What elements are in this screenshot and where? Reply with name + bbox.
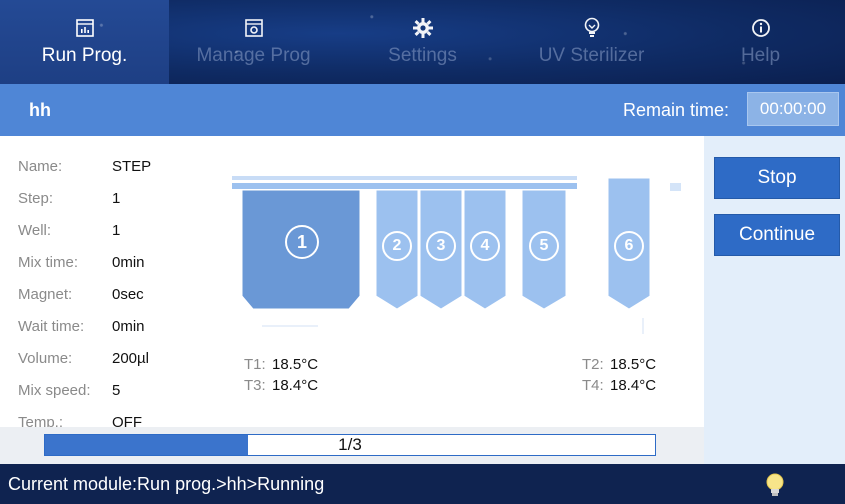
progress-area: 1/3: [0, 427, 704, 464]
t2-value: 18.5°C: [610, 356, 657, 373]
info-label: Volume:: [18, 349, 73, 367]
well-4-number: 4: [470, 231, 500, 261]
temps-right: T2: 18.5°C T4: 18.4°C: [582, 356, 656, 398]
gear-icon: [412, 17, 434, 39]
info-label: Name:: [18, 157, 63, 175]
plate-top-line: [232, 176, 577, 180]
remain-time-value: 00:00:00: [747, 92, 839, 126]
progress-bar: 1/3: [44, 434, 656, 456]
info-row-step: Step: 1: [18, 182, 151, 214]
status-text: Current module:Run prog.>hh>Running: [8, 473, 325, 494]
well-6-number: 6: [614, 231, 644, 261]
stop-button[interactable]: Stop: [714, 157, 840, 199]
info-row-mix-speed: Mix speed: 5: [18, 374, 151, 406]
t4-value: 18.4°C: [610, 377, 657, 394]
lightbulb-icon[interactable]: [760, 470, 790, 500]
tab-help[interactable]: Help: [676, 0, 845, 84]
info-label: Well:: [18, 221, 52, 239]
tab-run-prog[interactable]: Run Prog.: [0, 0, 169, 84]
temps-left: T1: 18.5°C T3: 18.4°C: [244, 356, 318, 398]
program-title-bar: hh Remain time: 00:00:00: [0, 84, 845, 136]
t3-label: T3:: [244, 377, 266, 394]
tab-settings[interactable]: Settings: [338, 0, 507, 84]
info-icon: [750, 17, 772, 39]
continue-button[interactable]: Continue: [714, 214, 840, 256]
info-value: 0min: [112, 317, 145, 335]
tab-help-label: Help: [740, 45, 781, 66]
well-5-number: 5: [529, 231, 559, 261]
info-value: 1: [112, 221, 121, 239]
well-1-number: 1: [285, 225, 319, 259]
info-value: STEP: [112, 157, 152, 175]
top-nav: Run Prog. Manage Prog Settings UV Steril…: [0, 0, 845, 84]
info-value: 0sec: [112, 285, 144, 303]
plate-marker: [670, 183, 681, 191]
info-row-well: Well: 1: [18, 214, 151, 246]
info-label: Wait time:: [18, 317, 85, 335]
info-row-volume: Volume: 200µl: [18, 342, 151, 374]
well-3-number: 3: [426, 231, 456, 261]
program-icon: [243, 17, 265, 39]
info-label: Mix speed:: [18, 381, 91, 399]
info-row-magnet: Magnet: 0sec: [18, 278, 151, 310]
action-panel: Stop Continue: [704, 136, 845, 464]
info-label: Magnet:: [18, 285, 73, 303]
info-value: 1: [112, 189, 121, 207]
tab-settings-label: Settings: [388, 45, 457, 66]
info-row-name: Name: STEP: [18, 150, 151, 182]
program-name: hh: [29, 99, 51, 120]
info-value: 0min: [112, 253, 145, 271]
well-2-number: 2: [382, 231, 412, 261]
t4-label: T4:: [582, 377, 604, 394]
t1-value: 18.5°C: [272, 356, 319, 373]
tab-uv-sterilizer[interactable]: UV Sterilizer: [507, 0, 676, 84]
t3-value: 18.4°C: [272, 377, 319, 394]
tab-manage-prog[interactable]: Manage Prog: [169, 0, 338, 84]
tab-manage-prog-label: Manage Prog: [196, 45, 311, 66]
step-info-panel: Name: STEP Step: 1 Well: 1 Mix time: 0min Ma…: [18, 150, 151, 438]
progress-label: 1/3: [338, 435, 362, 454]
t1-label: T1:: [244, 356, 266, 373]
status-bar: Current module:Run prog.>hh>Running: [0, 464, 845, 504]
info-label: Step:: [18, 189, 54, 207]
info-row-wait-time: Wait time: 0min: [18, 310, 151, 342]
info-row-mix-time: Mix time: 0min: [18, 246, 151, 278]
bulb-icon: [581, 17, 603, 39]
tab-run-prog-label: Run Prog.: [41, 45, 128, 66]
info-label: Mix time:: [18, 253, 78, 271]
t2-label: T2:: [582, 356, 604, 373]
info-value: 5: [112, 381, 121, 399]
plate-top-strip: [232, 183, 577, 189]
tab-uv-sterilizer-label: UV Sterilizer: [538, 45, 645, 66]
chart-icon: [74, 17, 96, 39]
remain-time-label: Remain time:: [622, 99, 729, 120]
info-value: 200µl: [112, 349, 150, 367]
